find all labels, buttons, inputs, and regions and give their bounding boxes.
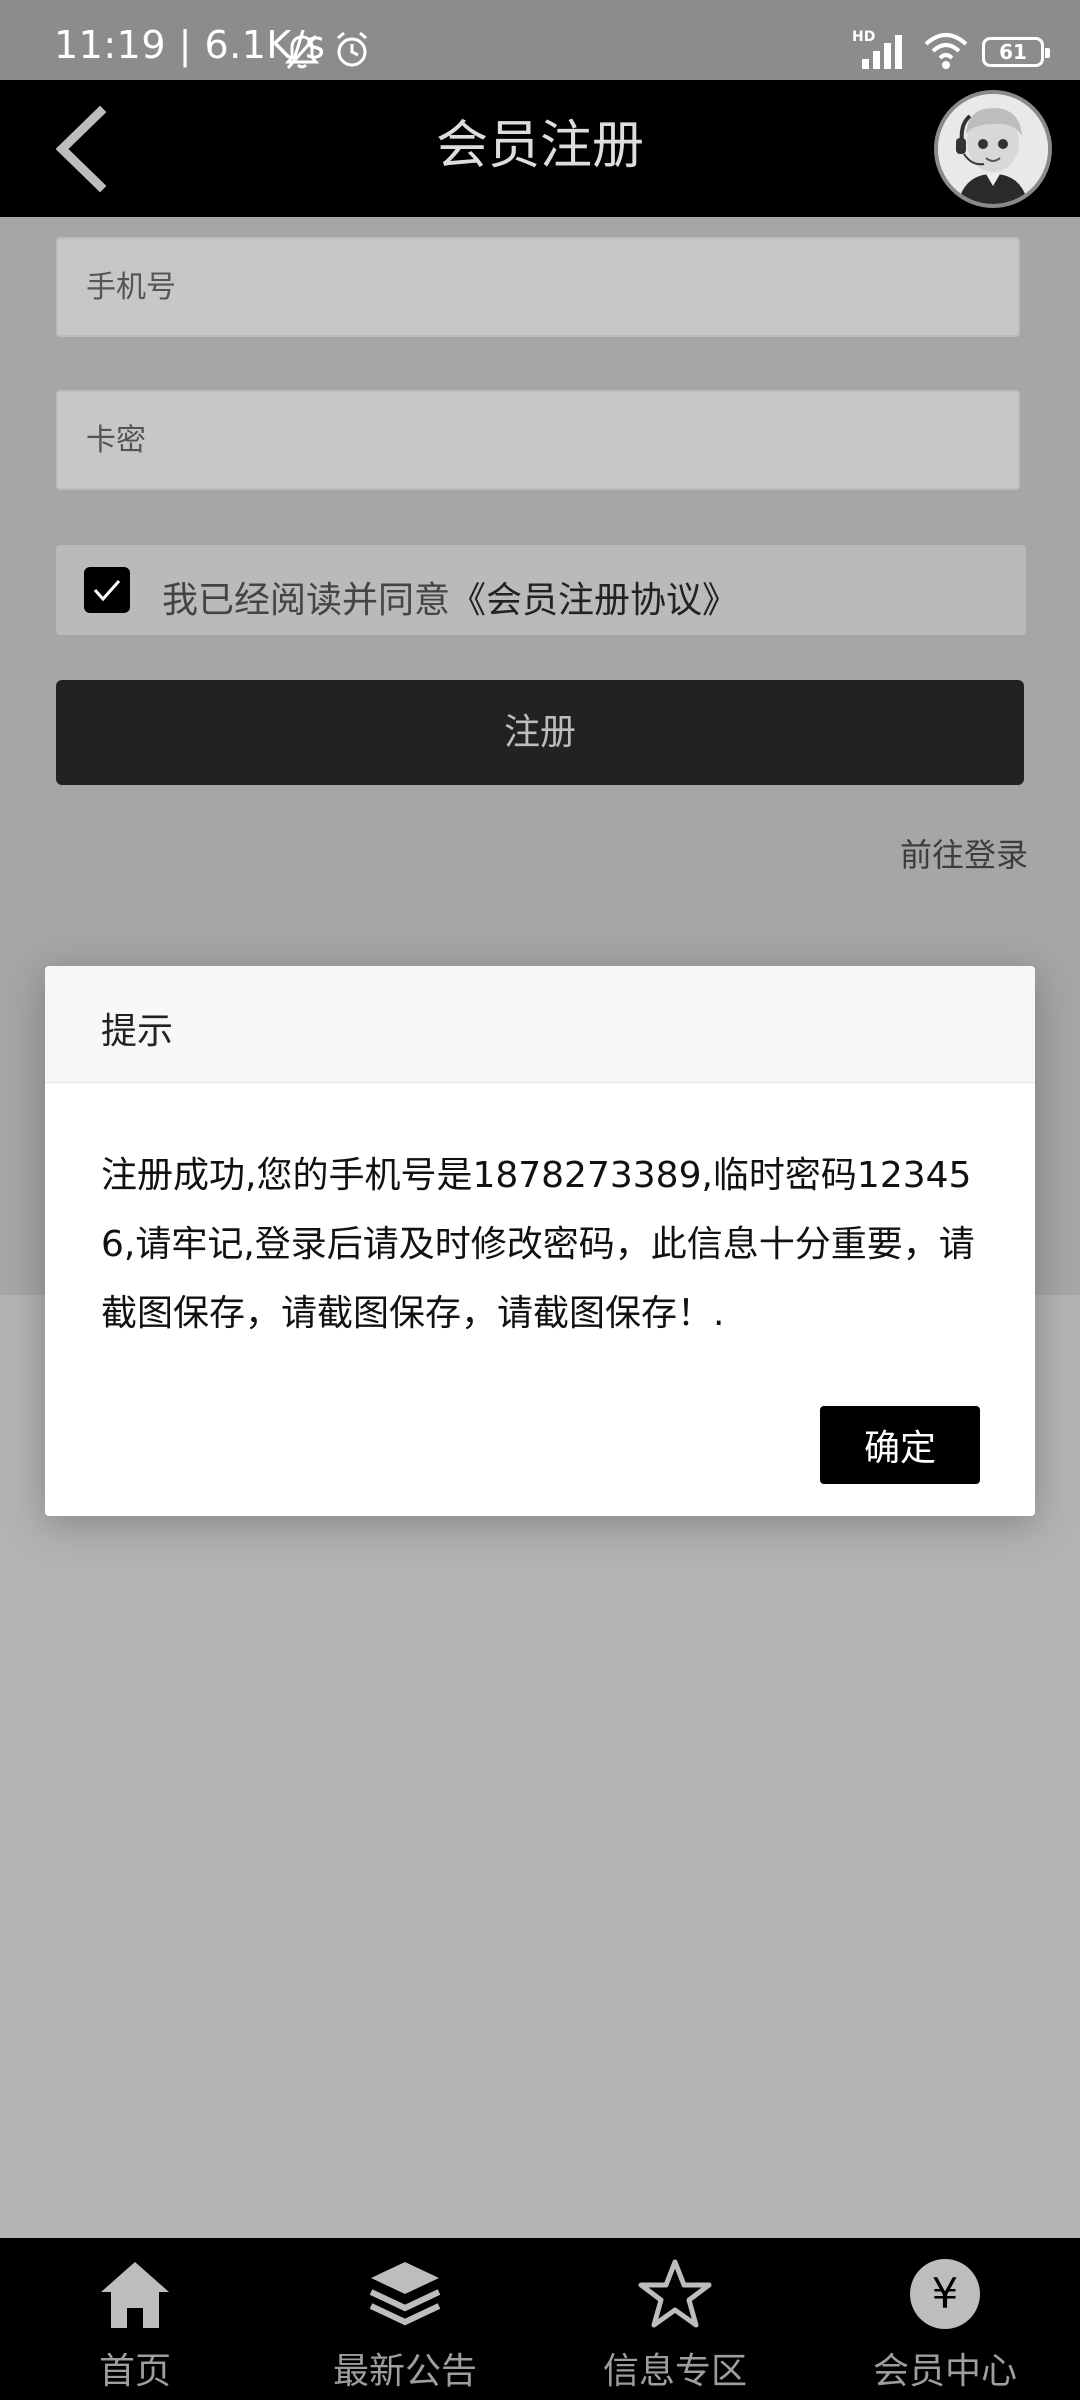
agree-label: 我已经阅读并同意 — [162, 580, 451, 621]
nav-label-member-center: 会员中心 — [872, 2351, 1017, 2392]
yen-icon: ¥ — [907, 2256, 983, 2336]
nav-item-announcements[interactable]: 最新公告 — [270, 2238, 540, 2400]
battery-level: 61 — [999, 40, 1027, 64]
nav-item-info[interactable]: 信息专区 — [540, 2238, 810, 2400]
page-title: 会员注册 — [435, 116, 644, 176]
checkmark-icon — [93, 580, 121, 602]
dialog-header — [45, 966, 1035, 1083]
register-button[interactable]: 注册 — [56, 680, 1024, 785]
bottom-navigation: 首页 最新公告 信息专区 ¥ 会员中心 — [0, 2238, 1080, 2400]
dialog-message: 注册成功,您的手机号是1878273389,临时密码123456,请牢记,登录后… — [101, 1155, 975, 1334]
alert-dialog: 提示 注册成功,您的手机号是1878273389,临时密码123456,请牢记,… — [45, 966, 1035, 1516]
agree-text: 我已经阅读并同意《会员注册协议》 — [162, 571, 738, 623]
card-key-field[interactable] — [56, 390, 1020, 490]
svg-text:¥: ¥ — [932, 2269, 959, 2318]
star-icon — [637, 2256, 713, 2336]
status-indicators: HD 61 — [852, 29, 1050, 74]
battery-icon: 61 — [982, 37, 1050, 67]
agreement-row: 我已经阅读并同意《会员注册协议》 — [56, 545, 1026, 635]
alarm-clock-icon — [332, 30, 372, 74]
layers-icon — [367, 2256, 443, 2336]
nav-label-home: 首页 — [98, 2351, 171, 2392]
wifi-icon — [922, 30, 970, 74]
nav-label-info: 信息专区 — [602, 2351, 747, 2392]
phone-input[interactable] — [58, 239, 1018, 335]
phone-field[interactable] — [56, 237, 1020, 337]
bell-muted-icon — [282, 32, 322, 76]
cell-signal-icon: HD — [852, 29, 910, 73]
nav-item-home[interactable]: 首页 — [0, 2238, 270, 2400]
avatar-icon — [938, 94, 1048, 204]
goto-login-link[interactable]: 前往登录 — [900, 830, 1028, 876]
dialog-title: 提示 — [101, 1011, 174, 1052]
card-key-input[interactable] — [58, 392, 1018, 488]
confirm-button[interactable]: 确定 — [820, 1406, 980, 1484]
nav-item-member-center[interactable]: ¥ 会员中心 — [810, 2238, 1080, 2400]
agreement-link[interactable]: 《会员注册协议》 — [450, 580, 738, 621]
customer-service-avatar[interactable] — [934, 90, 1052, 208]
home-icon — [97, 2256, 173, 2336]
app-header: 会员注册 — [0, 80, 1080, 217]
nav-label-announcements: 最新公告 — [332, 2351, 477, 2392]
status-bar: 11:19 | 6.1K/s HD 61 — [0, 0, 1080, 80]
agree-checkbox[interactable] — [84, 567, 130, 613]
